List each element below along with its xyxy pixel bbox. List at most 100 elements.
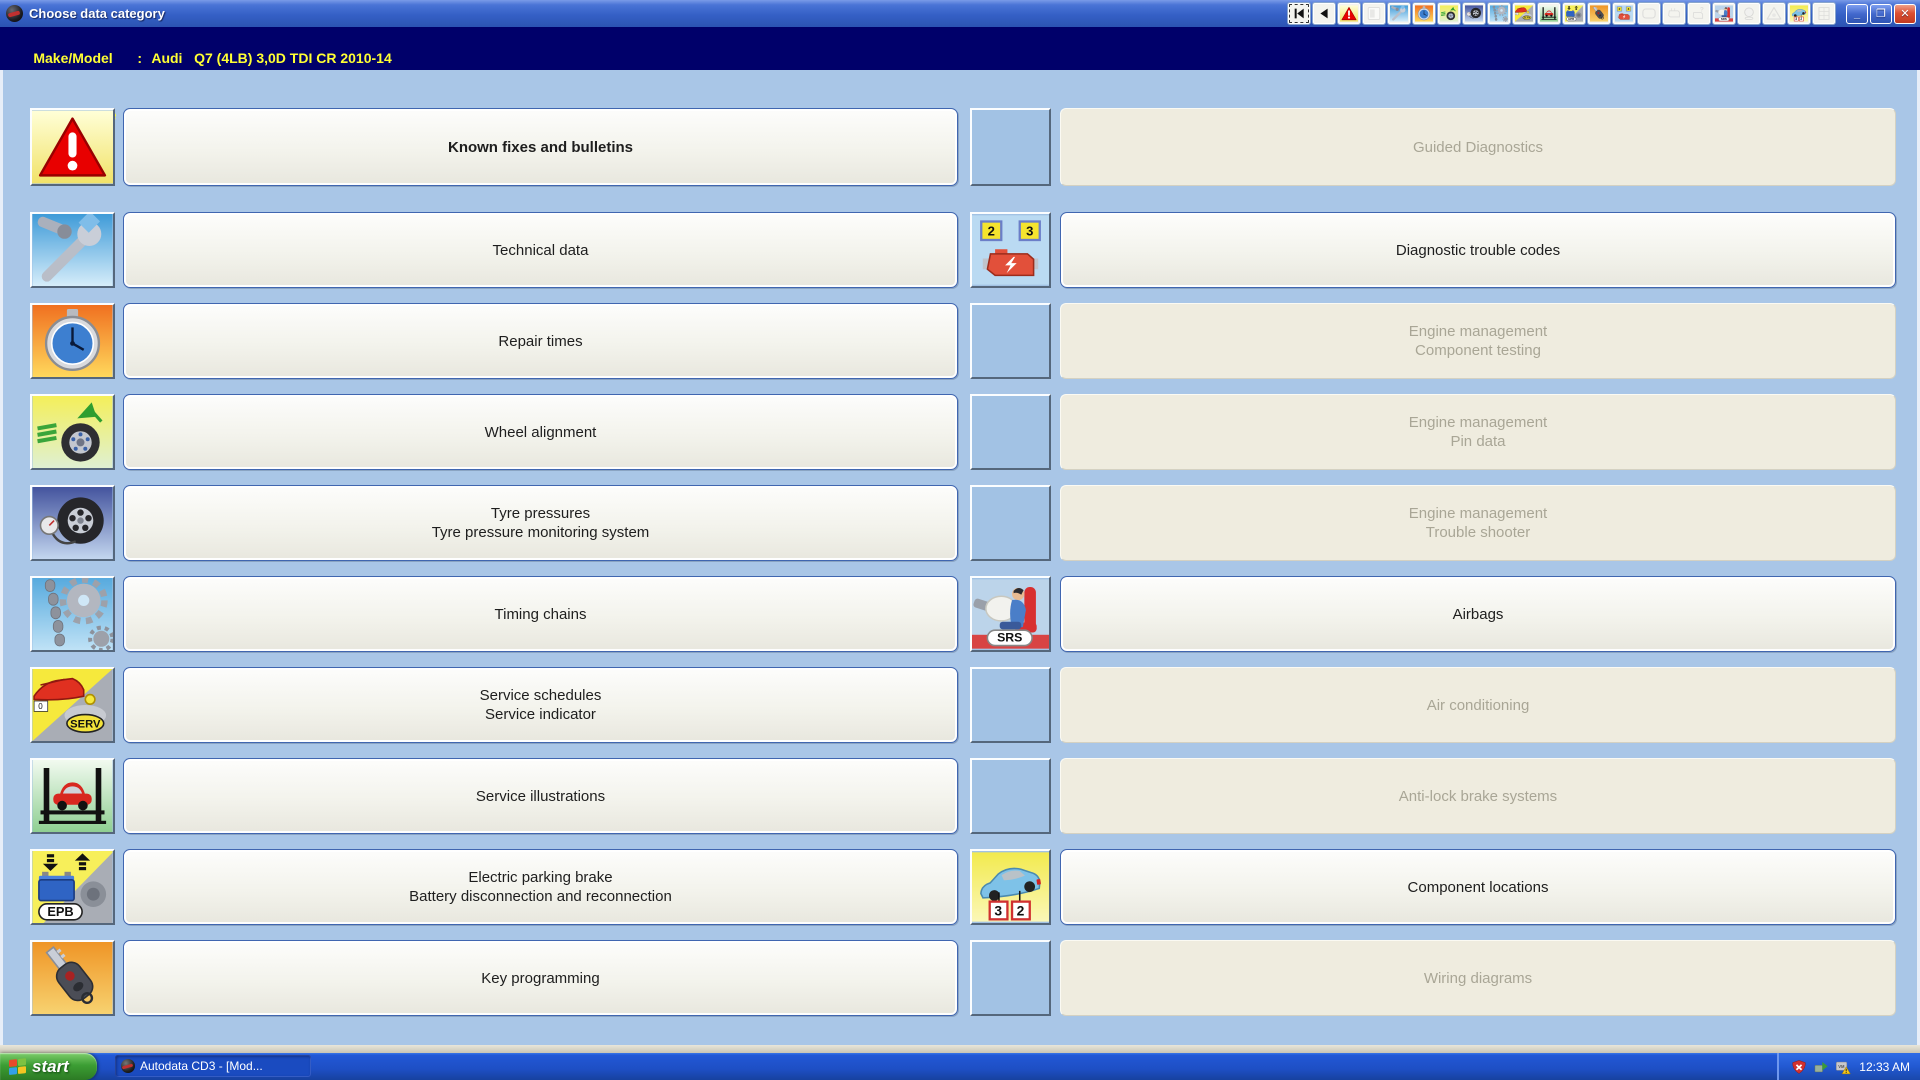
key-programming-icon xyxy=(1590,5,1608,22)
close-button[interactable]: ✕ xyxy=(1894,4,1916,24)
svg-text:0: 0 xyxy=(1516,13,1517,15)
category-component-locations[interactable]: Component locations xyxy=(1060,849,1896,925)
category-row: Tyre pressures Tyre pressure monitoring … xyxy=(30,485,1890,561)
category-service-schedules[interactable]: Service schedules Service indicator xyxy=(123,667,958,743)
toolbar-wheel-alignment-button[interactable] xyxy=(1437,2,1461,25)
taskbar-task-autodata[interactable]: Autodata CD3 - [Mod... xyxy=(115,1055,311,1077)
timing-chains-icon xyxy=(1490,5,1508,22)
app-logo-icon xyxy=(6,5,23,22)
toolbar-service-schedules-button[interactable]: 0SERV xyxy=(1512,2,1536,25)
category-guided-diagnostics: Guided Diagnostics xyxy=(1060,108,1896,186)
toolbar-timing-chains-button[interactable] xyxy=(1487,2,1511,25)
toolbar: 0SERV EPB 23? SRS 32 xyxy=(1287,2,1836,25)
vehicle-header: Make/Model:Audi Q7 (4LB) 3,0D TDI CR 201… xyxy=(0,27,1920,70)
empty-icon-tile xyxy=(970,667,1051,743)
svg-text:SRS: SRS xyxy=(997,631,1022,645)
key-icon-tile[interactable] xyxy=(30,940,115,1016)
toolbar-component-locations-button[interactable]: 32 xyxy=(1787,2,1811,25)
toolbar-diagnostic-trouble-codes-button[interactable]: 23 xyxy=(1612,2,1636,25)
svg-text:2: 2 xyxy=(988,223,995,238)
category-service-illustrations[interactable]: Service illustrations xyxy=(123,758,958,834)
category-technical-data[interactable]: Technical data xyxy=(123,212,958,288)
task-label: Autodata CD3 - [Mod... xyxy=(140,1059,263,1073)
toolbar-known-fixes-button[interactable] xyxy=(1337,2,1361,25)
category-air-conditioning: Air conditioning xyxy=(1060,667,1896,743)
srs-icon-tile[interactable]: SRS xyxy=(970,576,1051,652)
toolbar-engine-trouble-shooter-button: ? xyxy=(1687,2,1711,25)
category-row: Repair timesEngine management Component … xyxy=(30,303,1890,379)
svg-text:3: 3 xyxy=(1026,223,1033,238)
wrench-icon-tile[interactable] xyxy=(30,212,115,288)
toolbar-engine-component-testing-button xyxy=(1637,2,1661,25)
category-wheel-alignment[interactable]: Wheel alignment xyxy=(123,394,958,470)
svg-text:2: 2 xyxy=(1800,17,1802,21)
category-row: EPBElectric parking brake Battery discon… xyxy=(30,849,1890,925)
category-engine-management: Engine management Trouble shooter xyxy=(1060,485,1896,561)
service-icon-tile[interactable]: 0SERV xyxy=(30,667,115,743)
category-diagnostic-trouble-codes[interactable]: Diagnostic trouble codes xyxy=(1060,212,1896,288)
engine-trouble-shooter-icon: ? xyxy=(1690,5,1708,22)
start-button[interactable]: start xyxy=(0,1053,97,1080)
category-tyre-pressures[interactable]: Tyre pressures Tyre pressure monitoring … xyxy=(123,485,958,561)
vm-warning-tray-icon[interactable]: VM xyxy=(1835,1059,1851,1075)
category-airbags[interactable]: Airbags xyxy=(1060,576,1896,652)
dtc-icon-tile[interactable]: 23 xyxy=(970,212,1051,288)
wheel-icon-tile[interactable] xyxy=(30,394,115,470)
toolbar-wiring-diagrams-button xyxy=(1812,2,1836,25)
category-repair-times[interactable]: Repair times xyxy=(123,303,958,379)
engine-pin-data-icon xyxy=(1665,5,1683,22)
air-conditioning-icon xyxy=(1740,5,1758,22)
minimize-button[interactable]: _ xyxy=(1846,4,1868,24)
svg-text:3: 3 xyxy=(994,902,1002,918)
category-wiring-diagrams: Wiring diagrams xyxy=(1060,940,1896,1016)
category-row: Service illustrationsAnti-lock brake sys… xyxy=(30,758,1890,834)
category-electric-parking-brake[interactable]: Electric parking brake Battery disconnec… xyxy=(123,849,958,925)
comploc-icon-tile[interactable]: 32 xyxy=(970,849,1051,925)
timing-icon-tile[interactable] xyxy=(30,576,115,652)
taskbar-empty-area xyxy=(311,1053,1777,1080)
anti-lock-brakes-icon xyxy=(1765,5,1783,22)
app-window: Choose data category 0SERVEPB23?SRS32 _❐… xyxy=(0,0,1920,1080)
toolbar-electric-parking-brake-button[interactable]: EPB xyxy=(1562,2,1586,25)
clock-icon-tile[interactable] xyxy=(30,303,115,379)
service-illustrations-icon xyxy=(1540,5,1558,22)
toolbar-anti-lock-brakes-button xyxy=(1762,2,1786,25)
warning-icon-tile[interactable] xyxy=(30,108,115,186)
security-alert-shield-icon[interactable] xyxy=(1791,1059,1807,1075)
window-bottom-border xyxy=(0,1045,1920,1053)
toolbar-tyre-pressures-button[interactable] xyxy=(1462,2,1486,25)
tyre-pressures-icon xyxy=(1465,5,1483,22)
component-locations-icon: 32 xyxy=(1790,5,1808,22)
airbags-icon: SRS xyxy=(1715,5,1733,22)
clock: 12:33 AM xyxy=(1859,1060,1910,1074)
back-icon xyxy=(1315,5,1333,22)
tyre-icon-tile[interactable] xyxy=(30,485,115,561)
toolbar-airbags-button[interactable]: SRS xyxy=(1712,2,1736,25)
epb-icon-tile[interactable]: EPB xyxy=(30,849,115,925)
toolbar-key-programming-button[interactable] xyxy=(1587,2,1611,25)
repair-times-icon xyxy=(1415,5,1433,22)
category-row: 0SERVService schedules Service indicator… xyxy=(30,667,1890,743)
toolbar-first-page-button[interactable] xyxy=(1287,2,1311,25)
empty-icon-tile xyxy=(970,108,1051,186)
toolbar-repair-times-button[interactable] xyxy=(1412,2,1436,25)
restore-button[interactable]: ❐ xyxy=(1870,4,1892,24)
engine-component-testing-icon xyxy=(1640,5,1658,22)
lift-icon-tile[interactable] xyxy=(30,758,115,834)
category-timing-chains[interactable]: Timing chains xyxy=(123,576,958,652)
category-row: Key programmingWiring diagrams xyxy=(30,940,1890,1016)
category-key-programming[interactable]: Key programming xyxy=(123,940,958,1016)
category-grid: Known fixes and bulletins Guided Diagnost… xyxy=(0,70,1920,1045)
toolbar-air-conditioning-button xyxy=(1737,2,1761,25)
make-model-label: Make/Model xyxy=(33,49,137,68)
toolbar-back-button[interactable] xyxy=(1312,2,1336,25)
start-label: start xyxy=(32,1057,69,1077)
category-anti-lock-brake-systems: Anti-lock brake systems xyxy=(1060,758,1896,834)
known-fixes-icon xyxy=(1340,5,1358,22)
update-tray-icon[interactable] xyxy=(1813,1059,1829,1075)
first-page-icon xyxy=(1290,5,1308,22)
empty-icon-tile xyxy=(970,758,1051,834)
toolbar-technical-data-button[interactable] xyxy=(1387,2,1411,25)
category-known-fixes-and-bulletins[interactable]: Known fixes and bulletins xyxy=(123,108,958,186)
toolbar-service-illustrations-button[interactable] xyxy=(1537,2,1561,25)
